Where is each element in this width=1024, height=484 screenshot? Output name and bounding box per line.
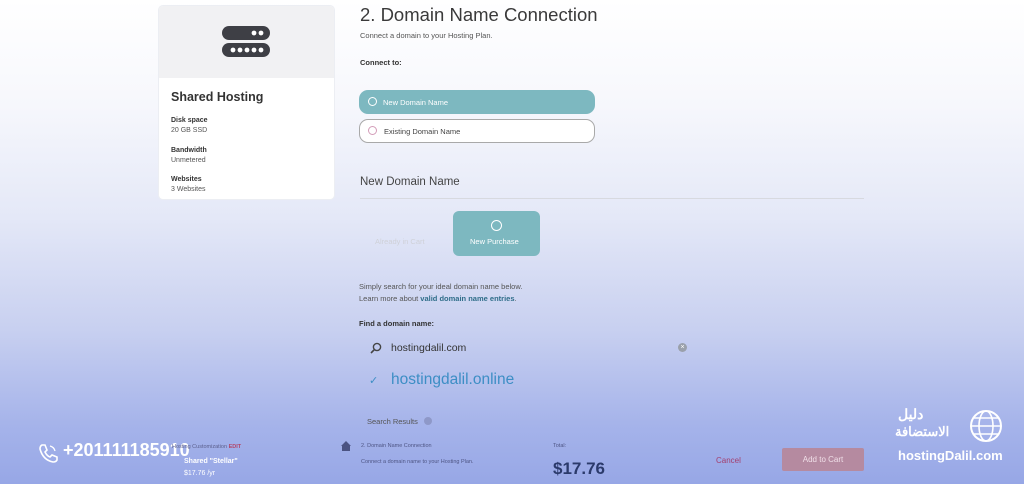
connect-to-label: Connect to: (360, 58, 402, 67)
tab-already-in-cart[interactable]: Already in Cart (363, 212, 449, 256)
help-prefix: Learn more about (359, 294, 421, 303)
websites-label: Websites (171, 176, 202, 183)
result-domain[interactable]: hostingdalil.online (391, 371, 514, 389)
add-to-cart-button[interactable]: Add to Cart (782, 448, 864, 471)
help-text-link-line: Learn more about valid domain name entri… (359, 294, 517, 303)
help-suffix: . (514, 294, 517, 303)
search-icon (370, 342, 382, 354)
tab-new-purchase[interactable]: New Purchase (453, 211, 540, 256)
valid-domain-entries-link[interactable]: valid domain name entries (420, 294, 514, 303)
phone-icon (39, 444, 58, 463)
info-icon (424, 417, 432, 425)
watermark-arabic-top: دليل (898, 406, 924, 422)
watermark-site: hostingDalil.com (898, 448, 1003, 463)
total-label: Total: (553, 443, 567, 449)
existing-domain-option[interactable]: Existing Domain Name (359, 119, 595, 143)
globe-icon (970, 410, 1002, 442)
disk-space-value: 20 GB SSD (171, 127, 208, 134)
find-domain-label: Find a domain name: (359, 319, 435, 328)
section-divider (360, 198, 864, 199)
step-description: Connect a domain name to your Hosting Pl… (361, 459, 474, 465)
cart-plan-name: Shared "Stellar" (184, 458, 238, 465)
page-subtitle: Connect a domain to your Hosting Plan. (360, 31, 493, 40)
customization-edit-link[interactable]: EDIT (229, 444, 242, 450)
home-icon (341, 441, 351, 451)
cancel-button[interactable]: Cancel (716, 456, 741, 465)
check-icon: ✓ (369, 375, 379, 387)
tab-already-in-cart-label: Already in Cart (375, 237, 425, 246)
new-domain-option[interactable]: New Domain Name (359, 90, 595, 114)
existing-domain-option-label: Existing Domain Name (384, 127, 461, 136)
total-value: $17.76 (553, 459, 605, 478)
plan-title: Shared Hosting (171, 90, 264, 104)
help-text: Simply search for your ideal domain name… (359, 282, 523, 291)
page-title: 2. Domain Name Connection (360, 4, 598, 25)
search-results-label: Search Results (367, 417, 418, 426)
watermark-arabic: الاستضافة (895, 424, 950, 439)
tab-new-purchase-label: New Purchase (470, 237, 519, 246)
radio-icon (491, 220, 502, 231)
section-title: New Domain Name (360, 176, 460, 188)
bandwidth-value: Unmetered (171, 157, 206, 164)
phone-number: +201111185910 (63, 440, 190, 460)
radio-icon (368, 126, 377, 135)
websites-value: 3 Websites (171, 186, 206, 193)
domain-search-input[interactable]: hostingdalil.com (391, 342, 466, 354)
server-icon (222, 26, 270, 57)
cart-plan-price: $17.76 /yr (184, 470, 216, 477)
clear-icon[interactable]: × (678, 343, 687, 352)
plan-card-header (159, 6, 334, 78)
radio-icon (368, 97, 377, 106)
bandwidth-label: Bandwidth (171, 147, 207, 154)
customization-label: Hosting Customization (172, 444, 228, 450)
step-title: 2. Domain Name Connection (361, 443, 432, 449)
hosting-customization: Hosting Customization EDIT (172, 444, 241, 450)
plan-card: Shared Hosting Disk space 20 GB SSD Band… (159, 6, 334, 199)
new-domain-option-label: New Domain Name (383, 98, 449, 107)
disk-space-label: Disk space (171, 117, 208, 124)
